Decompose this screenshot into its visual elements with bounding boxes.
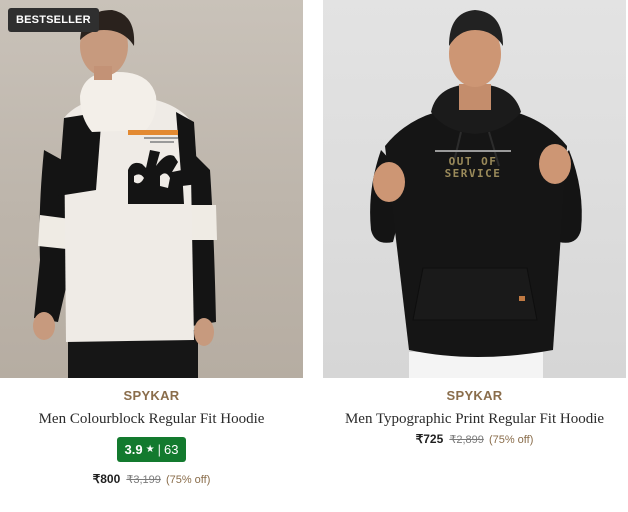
rating-badge[interactable]: 3.9 ★ | 63 xyxy=(117,437,186,462)
price-row: ₹800 ₹3,199 (75% off) xyxy=(0,472,303,486)
star-icon: ★ xyxy=(145,444,155,455)
product-image[interactable]: OUT OF SERVICE xyxy=(323,0,626,378)
bestseller-badge: BESTSELLER xyxy=(8,8,99,32)
price-row: ₹725 ₹2,899 (75% off) xyxy=(323,432,626,446)
original-price: ₹3,199 xyxy=(126,474,161,486)
product-card-1[interactable]: BESTSELLER SPYKAR Men Colourblock Regula… xyxy=(0,0,303,512)
discount-text: (75% off) xyxy=(165,474,211,486)
rating-separator: | xyxy=(157,442,161,457)
product-title[interactable]: Men Typographic Print Regular Fit Hoodie xyxy=(323,411,626,428)
rating-count: 63 xyxy=(163,442,179,457)
selling-price: ₹725 xyxy=(415,432,444,446)
original-price: ₹2,899 xyxy=(449,434,484,446)
rating-value: 3.9 xyxy=(124,442,143,457)
hoodie-front-illustration xyxy=(370,10,582,378)
product-brand: SPYKAR xyxy=(123,388,180,403)
product-brand: SPYKAR xyxy=(446,388,503,403)
hoodie-back-illustration xyxy=(33,10,217,378)
product-title[interactable]: Men Colourblock Regular Fit Hoodie xyxy=(0,411,303,428)
discount-text: (75% off) xyxy=(488,434,534,446)
print-line-2: SERVICE xyxy=(444,167,502,180)
hoodie-print-text: OUT OF SERVICE xyxy=(433,156,513,180)
product-image[interactable]: BESTSELLER xyxy=(0,0,303,378)
product-card-2[interactable]: OUT OF SERVICE SPYKAR Men Typographic Pr… xyxy=(323,0,626,512)
selling-price: ₹800 xyxy=(92,472,121,486)
